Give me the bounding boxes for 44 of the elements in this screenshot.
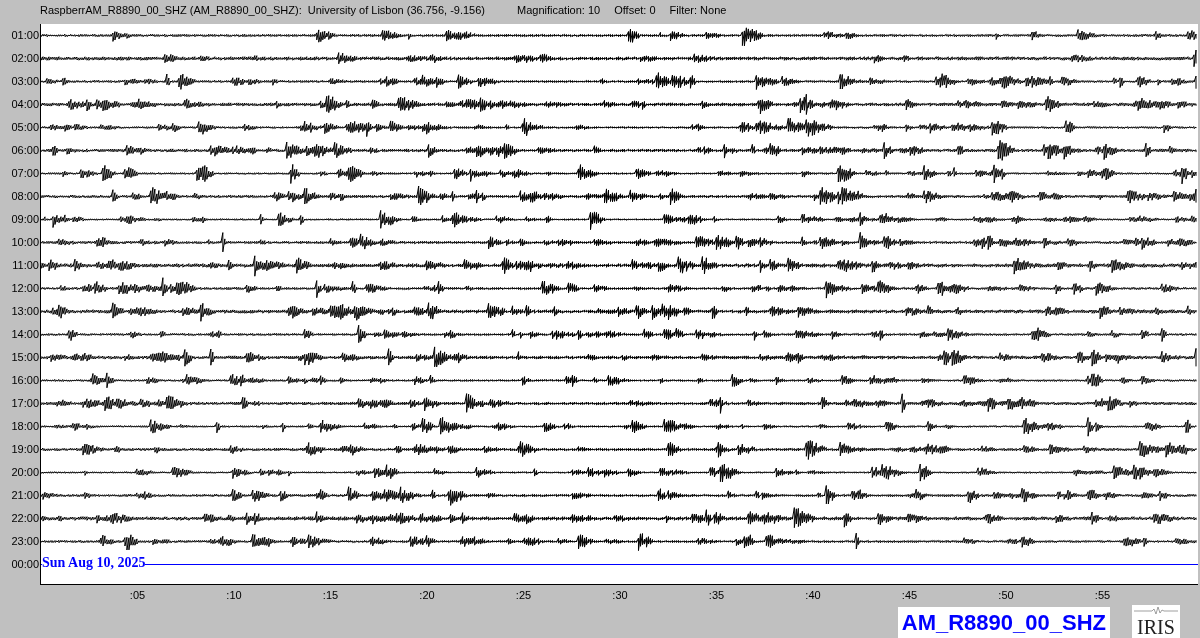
hour-label: 12:00 (10, 281, 40, 296)
offset-text: Offset: 0 (614, 3, 656, 16)
hour-label: 07:00 (10, 166, 40, 181)
minute-tick-label: :55 (1094, 589, 1111, 601)
filter-text: Filter: None (669, 3, 727, 16)
hour-label: 05:00 (10, 120, 40, 135)
minute-tick-label: :30 (612, 589, 628, 601)
hour-label: 22:00 (10, 511, 40, 526)
hour-label: 23:00 (10, 534, 40, 549)
hour-label: 14:00 (10, 327, 40, 342)
hour-label: 17:00 (10, 396, 40, 411)
hour-label: 08:00 (10, 189, 40, 204)
hour-label: 06:00 (10, 143, 40, 158)
station-title: RaspberrAM_R8890_00_SHZ (AM_R8890_00_SHZ): (40, 3, 302, 16)
date-label: Sun Aug 10, 2025 (42, 555, 146, 571)
minute-tick-label: :25 (515, 589, 532, 601)
hour-label: 02:00 (10, 51, 40, 66)
minute-tick-label: :35 (708, 589, 725, 601)
hour-label: 21:00 (10, 488, 40, 503)
hour-label: 11:00 (11, 258, 40, 273)
logo-text: IRIS (1137, 615, 1175, 638)
minute-tick-label: :50 (998, 589, 1014, 601)
minute-tick-label: :10 (226, 589, 242, 601)
hour-label: 04:00 (10, 97, 40, 112)
magnification-text: Magnification: 10 (517, 3, 601, 16)
hour-label: 03:00 (10, 74, 40, 89)
hour-label: 16:00 (10, 373, 40, 388)
minute-tick-label: :15 (322, 589, 339, 601)
hour-label: 10:00 (10, 235, 40, 250)
hour-label: 09:00 (10, 212, 40, 227)
hour-label: 19:00 (10, 442, 40, 457)
station-label: AM_R8890_00_SHZ (897, 607, 1110, 638)
hour-label: 13:00 (10, 304, 40, 319)
minute-tick-label: :45 (901, 589, 918, 601)
hour-label: 01:00 (10, 28, 40, 43)
hour-label: 15:00 (10, 350, 40, 365)
hour-label: 00:00 (10, 557, 40, 572)
wave-icon (1134, 607, 1178, 615)
minute-tick-label: :20 (419, 589, 435, 601)
hour-label: 18:00 (10, 419, 40, 434)
minute-tick-label: :05 (129, 589, 146, 601)
minute-tick-label: :40 (805, 589, 821, 601)
location-text: University of Lisbon (36.756, -9.156) (307, 3, 485, 16)
hour-label: 20:00 (10, 465, 40, 480)
